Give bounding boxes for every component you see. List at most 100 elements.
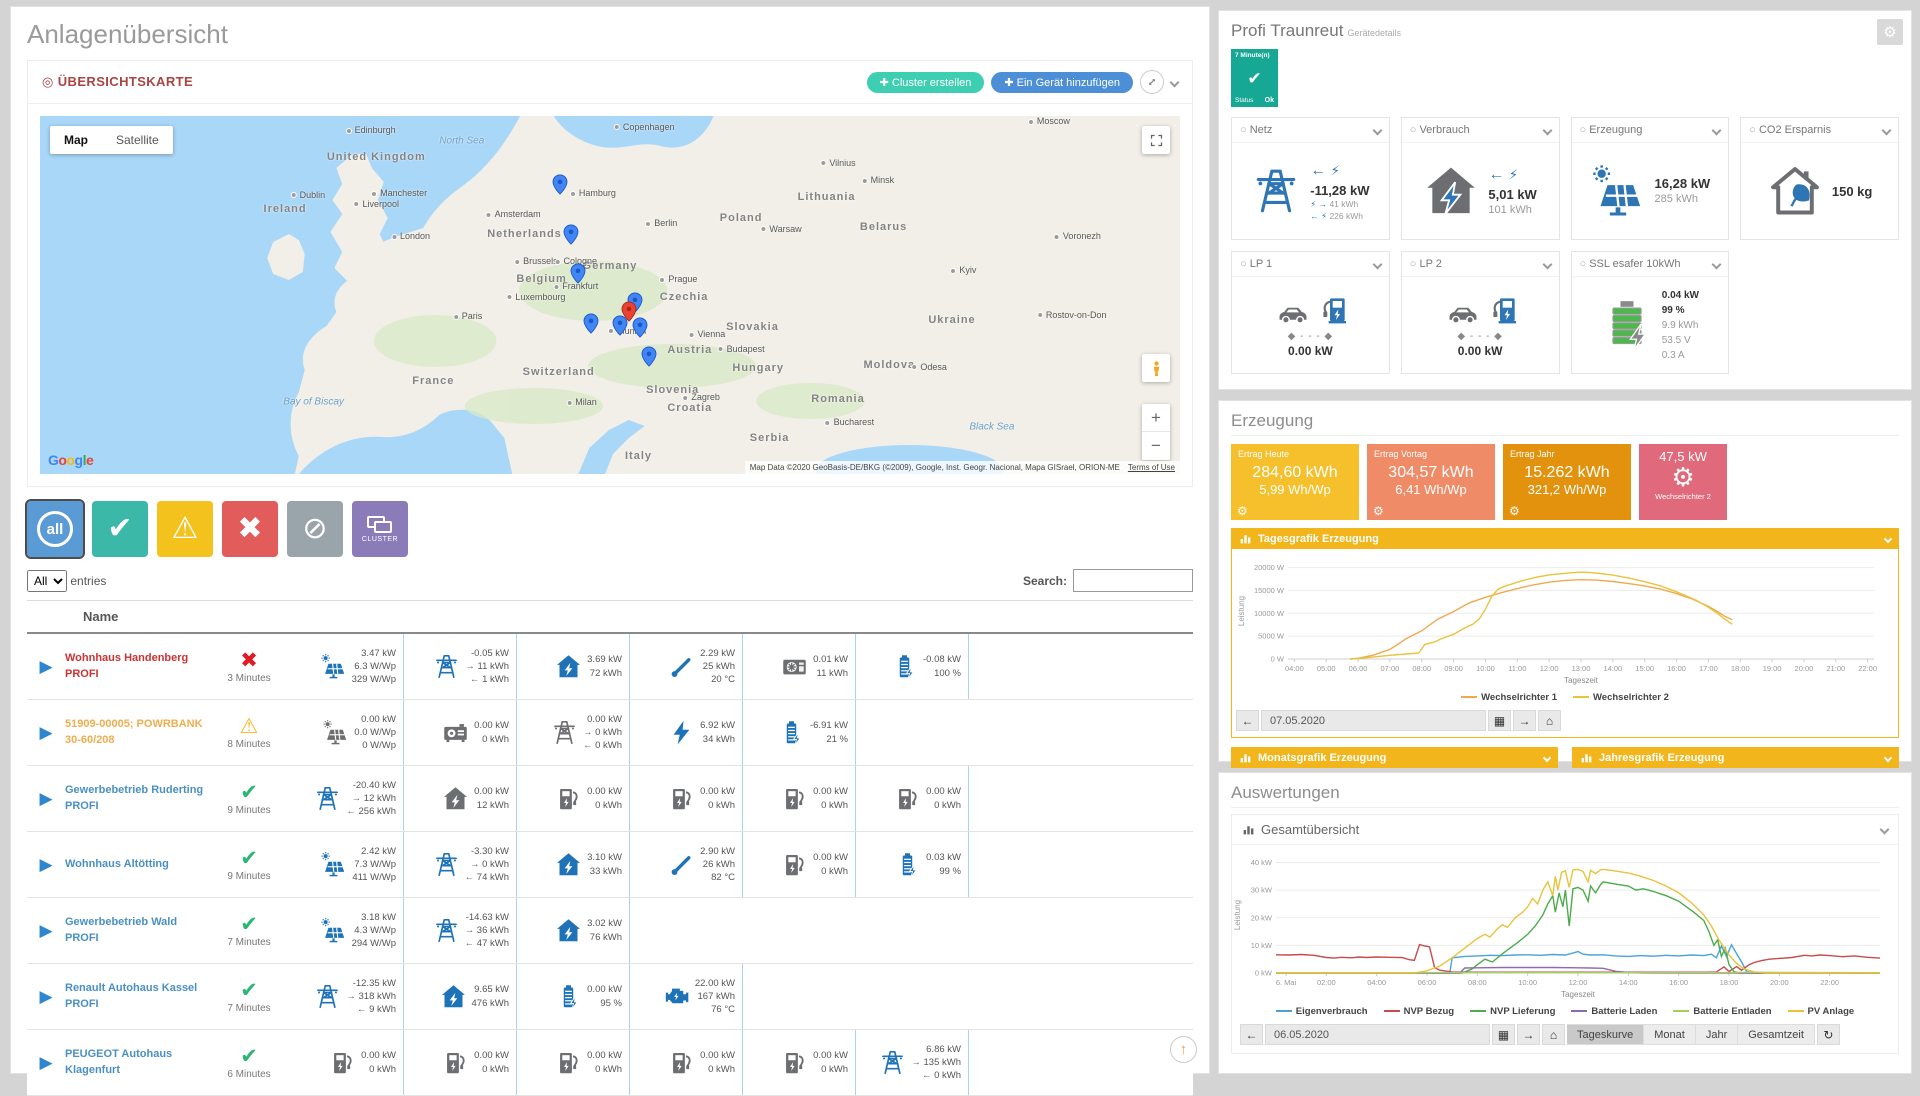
yield-stat-box[interactable]: Ertrag Heute 284,60 kWh 5,99 Wh/Wp ⚙ xyxy=(1231,444,1359,520)
stat-value: 304,57 kWh xyxy=(1374,464,1488,482)
map-pin-blue[interactable] xyxy=(568,263,589,284)
chevron-down-icon[interactable] xyxy=(1543,753,1551,761)
pylon-icon xyxy=(551,719,578,746)
inverter-stat-box[interactable]: 47,5 kW ⚙ Wechselrichter 2 xyxy=(1639,444,1727,520)
plant-name-link[interactable]: 51909-00005; POWRBANK 30-60/208 xyxy=(65,700,207,765)
day-date-field[interactable]: 07.05.2020 xyxy=(1261,710,1486,731)
filter-cluster-button[interactable]: CLUSTER xyxy=(352,501,408,557)
map-zoom-out-button[interactable]: − xyxy=(1142,432,1170,460)
chevron-down-icon[interactable] xyxy=(1712,125,1722,135)
map-fullscreen-button[interactable] xyxy=(1142,126,1170,154)
status-minutes: 7 Minutes xyxy=(227,1003,270,1014)
plant-name-link[interactable]: PEUGEOT Autohaus Klagenfurt xyxy=(65,1030,207,1095)
legend-item[interactable]: Wechselrichter 2 xyxy=(1573,692,1669,703)
name-column-header[interactable]: Name xyxy=(83,609,118,624)
collapse-map-chevron-icon[interactable] xyxy=(1170,77,1180,87)
map-type-map-button[interactable]: Map xyxy=(50,126,102,154)
collapsed-graph-header[interactable]: Jahresgrafik Erzeugung xyxy=(1572,747,1899,768)
play-button[interactable]: ▶ xyxy=(27,1030,65,1095)
europe-map[interactable]: United KingdomIrelandFranceGermanyPoland… xyxy=(40,116,1180,474)
map-pin-blue[interactable] xyxy=(580,313,601,334)
chevron-down-icon[interactable] xyxy=(1372,259,1382,269)
svg-text:22:00: 22:00 xyxy=(1858,664,1877,673)
collapsed-graph-header[interactable]: Monatsgrafik Erzeugung xyxy=(1231,747,1558,768)
map-pin-blue[interactable] xyxy=(549,174,570,195)
play-button[interactable]: ▶ xyxy=(27,964,65,1029)
search-input[interactable] xyxy=(1073,569,1193,592)
device-status-tile[interactable]: 7 Minute(n) ✔ StatusOk xyxy=(1231,49,1278,107)
filter-warning-button[interactable]: ⚠ xyxy=(157,501,213,557)
map-pin-blue[interactable] xyxy=(638,346,659,367)
plant-name-link[interactable]: Gewerbebetrieb Wald PROFI xyxy=(65,898,207,963)
chevron-down-icon[interactable] xyxy=(1884,534,1892,542)
next-day-button[interactable]: → xyxy=(1513,710,1536,731)
play-button[interactable]: ▶ xyxy=(27,898,65,963)
tab-tageskurve[interactable]: Tageskurve xyxy=(1567,1024,1644,1045)
svg-text:14:00: 14:00 xyxy=(1619,978,1638,987)
map-type-satellite-button[interactable]: Satellite xyxy=(102,126,173,154)
street-view-pegman[interactable] xyxy=(1142,354,1170,382)
plant-name-link[interactable]: Wohnhaus Handenberg PROFI xyxy=(65,634,207,699)
legend-item[interactable]: Wechselrichter 1 xyxy=(1461,692,1557,703)
yield-stat-box[interactable]: Ertrag Vortag 304,57 kWh 6,41 Wh/Wp ⚙ xyxy=(1367,444,1495,520)
play-button[interactable]: ▶ xyxy=(27,832,65,897)
card-main-value: 0.00 kW xyxy=(1458,344,1503,358)
next-day-button[interactable]: → xyxy=(1517,1024,1540,1045)
chevron-down-icon[interactable] xyxy=(1880,825,1890,835)
plant-name-link[interactable]: Renault Autohaus Kassel PROFI xyxy=(65,964,207,1029)
tab-gesamtzeit[interactable]: Gesamtzeit xyxy=(1738,1024,1815,1045)
expand-icon[interactable] xyxy=(1140,70,1164,94)
chevron-down-icon[interactable] xyxy=(1542,259,1552,269)
map-attribution: Map Data ©2020 GeoBasis-DE/BKG (©2009), … xyxy=(750,463,1120,472)
evaluation-date-field[interactable]: 06.05.2020 xyxy=(1265,1024,1490,1045)
filter-ok-button[interactable]: ✔ xyxy=(92,501,148,557)
refresh-button[interactable]: ↻ xyxy=(1817,1024,1840,1045)
card-title: Verbrauch xyxy=(1410,124,1470,136)
chevron-down-icon[interactable] xyxy=(1542,125,1552,135)
chevron-down-icon[interactable] xyxy=(1712,259,1722,269)
yield-stat-box[interactable]: Ertrag Jahr 15.262 kWh 321,2 Wh/Wp ⚙ xyxy=(1503,444,1631,520)
chevron-down-icon[interactable] xyxy=(1884,753,1892,761)
map-terms-link[interactable]: Terms of Use xyxy=(1128,463,1175,472)
entries-select[interactable]: All xyxy=(27,570,67,592)
map-pin-red[interactable] xyxy=(619,301,640,322)
legend-item[interactable]: Batterie Entladen xyxy=(1673,1006,1771,1017)
legend-item[interactable]: PV Anlage xyxy=(1788,1006,1855,1017)
create-cluster-button[interactable]: ✚ Cluster erstellen xyxy=(867,72,985,93)
map-card-title: ◎ ÜBERSICHTSKARTE xyxy=(42,74,193,90)
map-pin-blue[interactable] xyxy=(561,224,582,245)
evaluations-title: Auswertungen xyxy=(1231,783,1899,808)
play-button[interactable]: ▶ xyxy=(27,766,65,831)
legend-item[interactable]: NVP Bezug xyxy=(1384,1006,1455,1017)
legend-item[interactable]: Eigenverbrauch xyxy=(1276,1006,1368,1017)
filter-error-button[interactable]: ✖ xyxy=(222,501,278,557)
legend-item[interactable]: NVP Lieferung xyxy=(1470,1006,1555,1017)
plant-name-link[interactable]: Gewerbebetrieb Ruderting PROFI xyxy=(65,766,207,831)
play-button[interactable]: ▶ xyxy=(27,634,65,699)
map-zoom-in-button[interactable]: + xyxy=(1142,404,1170,432)
legend-item[interactable]: Batterie Laden xyxy=(1571,1006,1657,1017)
plant-name-link[interactable]: Wohnhaus Altötting xyxy=(65,832,207,897)
total-overview-header[interactable]: Gesamtübersicht xyxy=(1232,815,1898,845)
tab-jahr[interactable]: Jahr xyxy=(1696,1024,1738,1045)
metric-cell: 0.00 kW0 kWh xyxy=(291,1030,404,1095)
scroll-to-top-button[interactable]: ↑ xyxy=(1170,1036,1197,1063)
chevron-down-icon[interactable] xyxy=(1372,125,1382,135)
calendar-icon[interactable]: ▦ xyxy=(1488,710,1511,731)
prev-day-button[interactable]: ← xyxy=(1240,1024,1263,1045)
home-date-button[interactable]: ⌂ xyxy=(1542,1024,1565,1045)
status-cell: ⚠ 8 Minutes xyxy=(207,700,291,765)
prev-day-button[interactable]: ← xyxy=(1236,710,1259,731)
filter-offline-button[interactable]: ⊘ xyxy=(287,501,343,557)
play-button[interactable]: ▶ xyxy=(27,700,65,765)
chevron-down-icon[interactable] xyxy=(1882,125,1892,135)
day-graph-card: 0 W5000 W10000 W15000 W20000 W04:0005:00… xyxy=(1231,549,1899,738)
home-date-button[interactable]: ⌂ xyxy=(1538,710,1561,731)
charge-icon xyxy=(781,851,808,878)
settings-gear-button[interactable]: ⚙ xyxy=(1877,19,1903,45)
filter-all-button[interactable]: all xyxy=(27,501,83,557)
tab-monat[interactable]: Monat xyxy=(1644,1024,1696,1045)
calendar-icon[interactable]: ▦ xyxy=(1492,1024,1515,1045)
day-graph-header[interactable]: Tagesgrafik Erzeugung xyxy=(1231,528,1899,549)
add-device-button[interactable]: ✚ Ein Gerät hinzufügen xyxy=(991,72,1133,93)
